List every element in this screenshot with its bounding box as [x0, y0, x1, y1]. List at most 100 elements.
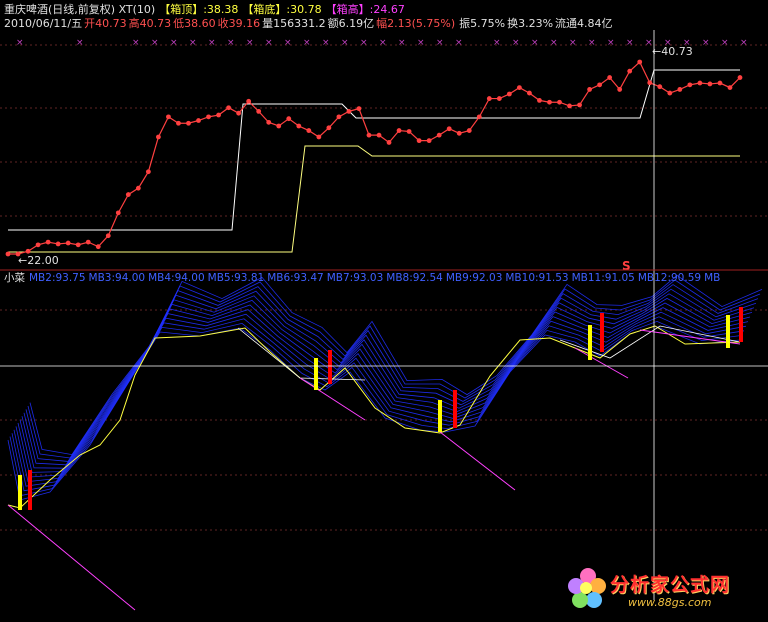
top-marker-x: ×: [189, 38, 197, 48]
watermark-logo: 分析家公式网 www.88gs.com: [566, 562, 766, 620]
top-marker-x: ×: [398, 38, 406, 48]
top-marker-x: ×: [341, 38, 349, 48]
top-marker-x: ×: [360, 38, 368, 48]
price-point: [105, 233, 111, 239]
price-point: [125, 192, 131, 197]
price-point: [737, 75, 743, 80]
top-marker-x: ×: [740, 38, 748, 48]
top-marker-x: ×: [455, 38, 463, 48]
ribbon-line: [7, 325, 741, 501]
mb-value-item: MB8:92.54: [386, 272, 443, 284]
box-lines: [8, 69, 740, 253]
top-marker-x: ×: [721, 38, 729, 48]
mb-values: MB2:93.75 MB3:94.00 MB4:94.00 MB5:93.81 MB6:…: [29, 272, 723, 284]
sell-signal-label: S: [622, 259, 631, 273]
price-point: [537, 98, 542, 103]
price-point: [85, 239, 91, 245]
price-point: [356, 106, 362, 112]
price-point: [176, 120, 181, 126]
price-point: [727, 85, 733, 90]
price-point: [416, 138, 422, 144]
top-marker-x: ×: [626, 38, 634, 48]
price-point: [516, 85, 522, 90]
flower-logo-icon: [568, 568, 606, 608]
top-marker-x: ×: [436, 38, 444, 48]
price-point: [306, 128, 312, 133]
price-point: [196, 118, 201, 123]
price-point: [476, 114, 482, 120]
price-point: [256, 108, 262, 114]
price-point: [677, 87, 683, 92]
mb-value-item: MB5:93.81: [207, 272, 265, 284]
price-point: [366, 132, 372, 138]
price-point: [316, 134, 322, 140]
price-point: [627, 68, 633, 74]
top-marker-x: ×: [132, 38, 140, 48]
box-top-line: [8, 69, 740, 231]
watermark-url: www.88gs.com: [628, 596, 712, 609]
price-point: [547, 99, 552, 105]
price-line: [8, 61, 741, 255]
price-point: [617, 87, 623, 92]
ribbon-line: [17, 302, 751, 478]
price-point: [557, 99, 562, 105]
price-point: [376, 132, 382, 138]
top-marker-x: ×: [16, 38, 24, 48]
price-point: [55, 241, 61, 247]
mb-value-item: MB4:94.00: [148, 272, 205, 284]
low-price-label: ←22.00: [18, 254, 59, 267]
ribbon-line: [23, 288, 757, 466]
kline-chart[interactable]: × × × × × × × × × × × × × × × × × × × × × × × × × × × × × × × ×× × ←22.0…: [0, 0, 768, 622]
mb-value-item: MB10:91.53: [505, 272, 569, 284]
fast-line: [7, 325, 741, 509]
watermark-text: 分析家公式网: [610, 574, 731, 596]
annotations: ←22.00 ←40.73 S: [18, 45, 693, 273]
top-marker-x: ×: [702, 38, 710, 48]
price-point: [607, 75, 613, 80]
price-point: [75, 242, 81, 248]
price-point: [687, 82, 693, 88]
price-point: [286, 116, 292, 122]
top-marker-x: ×: [512, 38, 520, 48]
indicator-name: 小菜: [4, 272, 25, 284]
price-point: [115, 210, 121, 216]
price-point: [577, 102, 582, 108]
price-point: [135, 185, 141, 191]
price-point: [35, 242, 41, 248]
price-point: [226, 105, 232, 111]
price-point: [206, 114, 211, 120]
top-marker-x: ×: [76, 38, 84, 48]
price-point: [326, 125, 332, 131]
price-point: [396, 128, 402, 133]
price-point: [647, 80, 653, 86]
top-marker-x: ×: [379, 38, 387, 48]
price-point: [436, 132, 442, 138]
price-point: [426, 138, 432, 144]
price-point: [45, 239, 51, 245]
ribbon-line: [19, 297, 753, 473]
price-point: [446, 126, 452, 132]
mb-ribbon: [7, 274, 763, 611]
top-marker-x: ×: [531, 38, 539, 48]
top-marker-x: ×: [303, 38, 311, 48]
price-point: [717, 80, 723, 86]
price-point: [597, 82, 603, 88]
price-point: [657, 84, 663, 90]
price-point: [166, 114, 171, 120]
price-point: [336, 114, 342, 120]
price-point: [276, 123, 282, 129]
mb-value-item: MB11:91.05: [571, 272, 635, 284]
diagonal-line: [574, 347, 629, 379]
price-point: [346, 108, 352, 114]
mb-value-item: MB: [704, 272, 721, 284]
top-marker-x: ×: [417, 38, 425, 48]
diagonal-line: [7, 504, 136, 611]
price-point: [236, 110, 242, 116]
top-marker-x: ×: [569, 38, 577, 48]
price-point: [186, 120, 191, 126]
top-marker-x: ×: [493, 38, 501, 48]
top-marker-x: ×: [227, 38, 235, 48]
top-marker-x: ×: [246, 38, 254, 48]
price-point: [466, 128, 472, 133]
price-point: [506, 91, 512, 97]
